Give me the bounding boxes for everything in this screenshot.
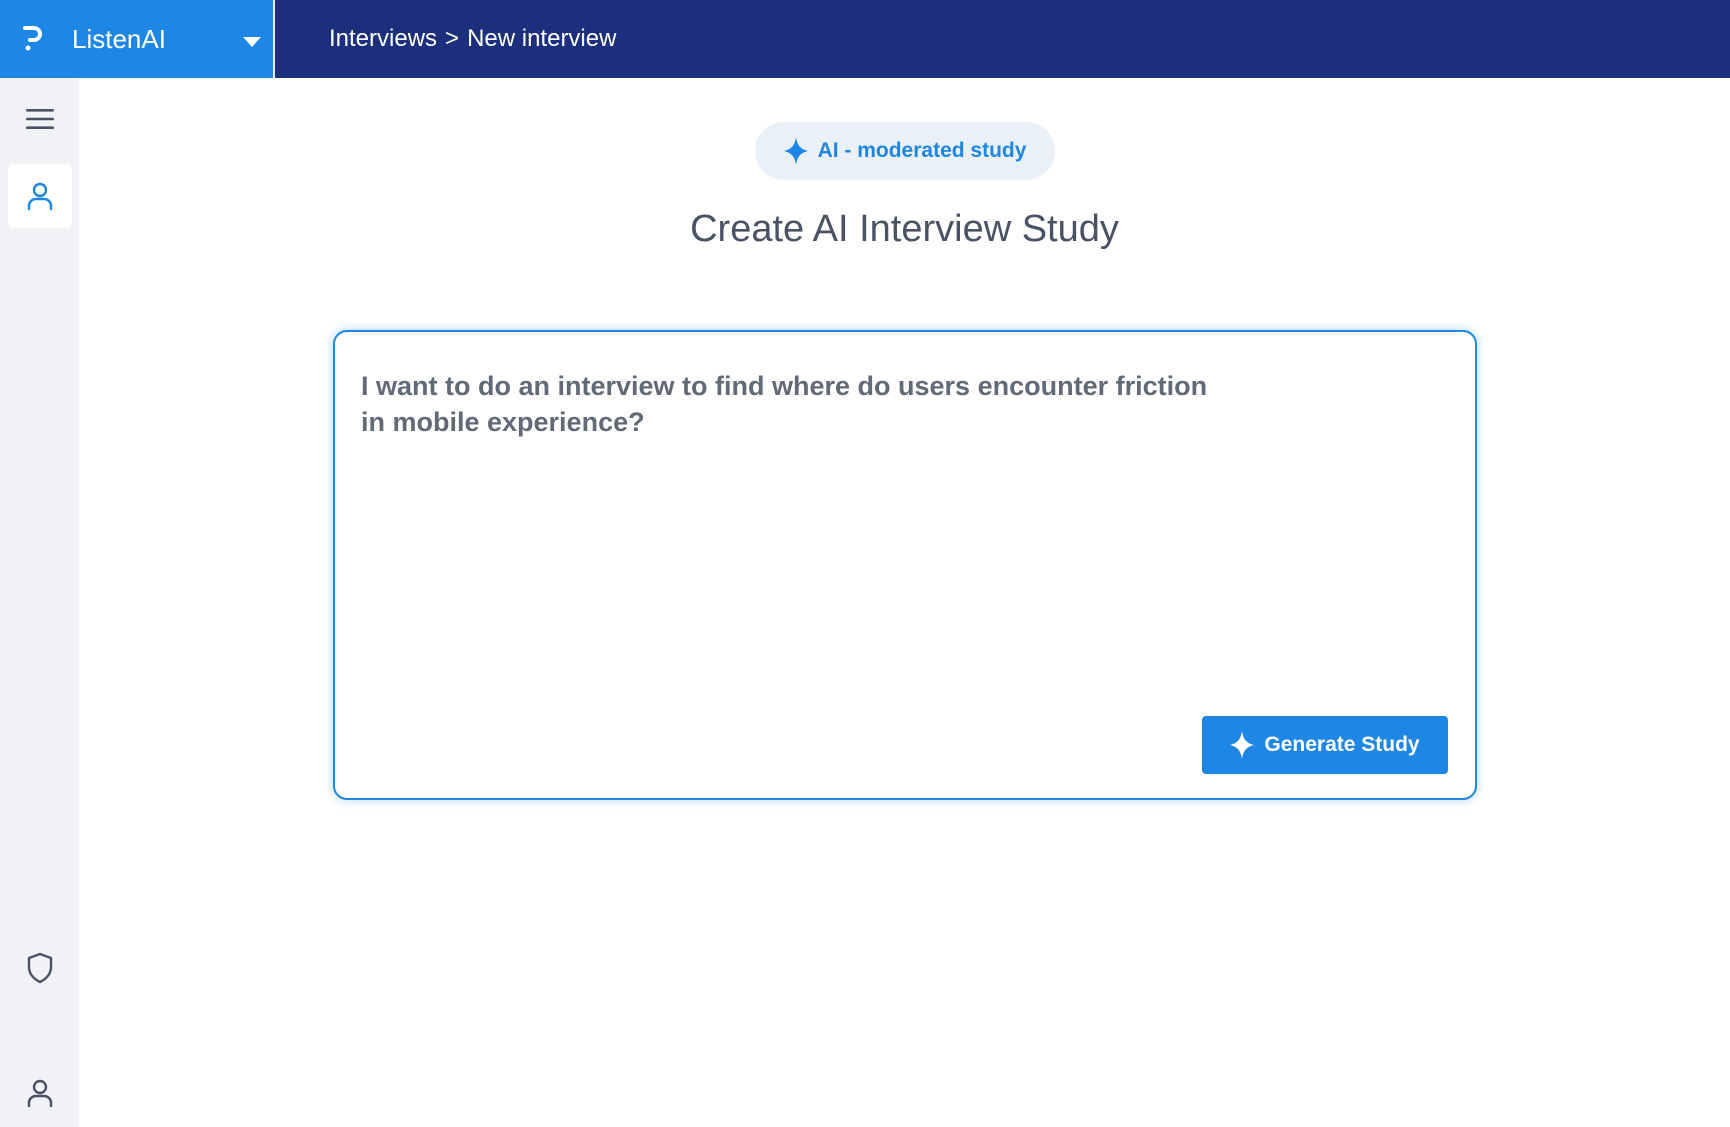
user-icon	[27, 182, 53, 211]
workspace-switcher[interactable]: ListenAI	[0, 0, 275, 78]
breadcrumb-current: New interview	[467, 25, 617, 52]
sparkle-icon	[1230, 731, 1255, 759]
prompt-card: I want to do an interview to find where …	[333, 330, 1477, 800]
menu-icon	[26, 109, 54, 129]
breadcrumb-interviews-link[interactable]: Interviews	[329, 25, 437, 53]
brand-logo-icon	[23, 26, 42, 51]
sparkle-icon	[783, 137, 808, 165]
page-title: Create AI Interview Study	[690, 208, 1119, 250]
user-icon	[27, 1079, 53, 1108]
generate-study-button[interactable]: Generate Study	[1202, 716, 1448, 774]
breadcrumb: Interviews > New interview	[329, 0, 616, 78]
sidebar-menu-button[interactable]	[8, 87, 72, 151]
badge-label: AI - moderated study	[817, 139, 1027, 162]
top-bar: ListenAI Interviews > New interview	[0, 0, 1730, 78]
generate-study-label: Generate Study	[1264, 733, 1420, 756]
sidebar-item-account[interactable]	[8, 1061, 72, 1125]
sidebar	[0, 78, 79, 1127]
breadcrumb-separator: >	[445, 25, 460, 52]
study-prompt-input[interactable]: I want to do an interview to find where …	[361, 368, 1241, 668]
sidebar-item-interviews[interactable]	[8, 164, 72, 228]
app-window: ListenAI Interviews > New interview AI -…	[0, 0, 1730, 1127]
sidebar-item-security[interactable]	[8, 936, 72, 1000]
ai-moderated-badge: AI - moderated study	[755, 122, 1055, 180]
caret-down-icon	[243, 37, 261, 47]
shield-icon	[27, 952, 53, 984]
workspace-name: ListenAI	[72, 24, 166, 54]
main-content: AI - moderated study Create AI Interview…	[79, 78, 1730, 1127]
